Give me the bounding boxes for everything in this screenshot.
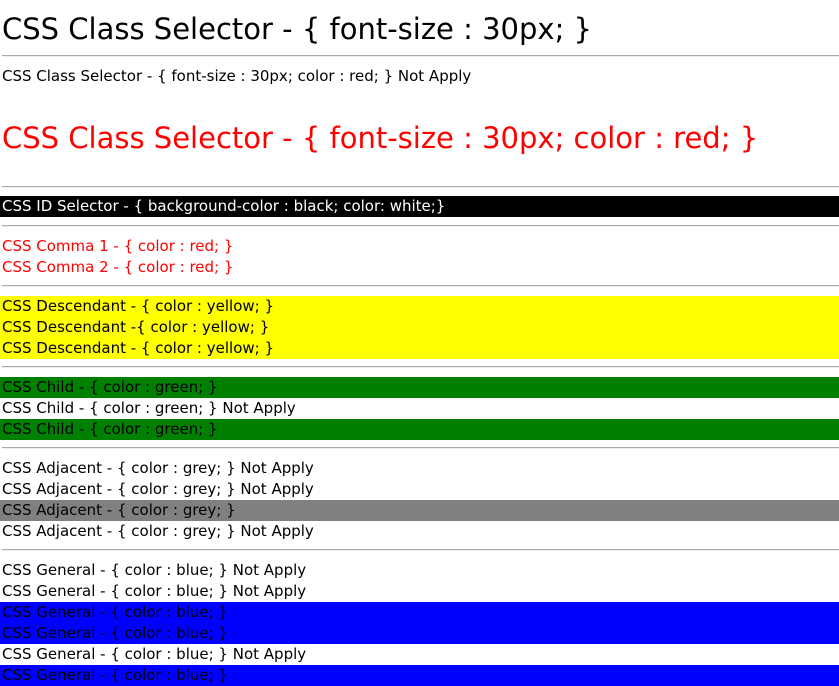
general-line: CSS General - { color : blue; } bbox=[0, 665, 839, 686]
adjacent-line: CSS Adjacent - { color : grey; } Not App… bbox=[2, 480, 314, 498]
comma-section: CSS Comma 1 - { color : red; } CSS Comma… bbox=[0, 236, 839, 278]
class-not-apply-line: CSS Class Selector - { font-size : 30px;… bbox=[0, 66, 839, 87]
general-line: CSS General - { color : blue; } Not Appl… bbox=[2, 582, 307, 600]
descendant-section: CSS Descendant - { color : yellow; } CSS… bbox=[0, 296, 839, 359]
descendant-line: CSS Descendant - { color : yellow; } bbox=[0, 296, 839, 317]
id-selector-section: CSS ID Selector - { background-color : b… bbox=[0, 196, 839, 217]
adjacent-line: CSS Adjacent - { color : grey; } Not App… bbox=[2, 459, 314, 477]
descendant-line: CSS Descendant -{ color : yellow; } bbox=[0, 317, 839, 338]
divider bbox=[2, 186, 839, 188]
adjacent-line: CSS Adjacent - { color : grey; } Not App… bbox=[2, 522, 314, 540]
child-line: CSS Child - { color : green; } bbox=[0, 377, 839, 398]
class-selector-heading: CSS Class Selector - { font-size : 30px;… bbox=[2, 12, 593, 46]
comma-line-1: CSS Comma 1 - { color : red; } bbox=[2, 237, 234, 255]
descendant-line: CSS Descendant - { color : yellow; } bbox=[0, 338, 839, 359]
divider bbox=[2, 55, 839, 57]
divider bbox=[2, 285, 839, 287]
comma-line-2: CSS Comma 2 - { color : red; } bbox=[2, 258, 234, 276]
divider bbox=[2, 549, 839, 551]
general-line: CSS General - { color : blue; } Not Appl… bbox=[2, 561, 307, 579]
id-selector-line: CSS ID Selector - { background-color : b… bbox=[0, 196, 839, 217]
child-line: CSS Child - { color : green; } Not Apply bbox=[2, 399, 296, 417]
divider bbox=[2, 447, 839, 449]
general-line: CSS General - { color : blue; } Not Appl… bbox=[2, 645, 307, 663]
general-line: CSS General - { color : blue; } bbox=[0, 602, 839, 623]
class-selector-red-heading: CSS Class Selector - { font-size : 30px;… bbox=[2, 121, 759, 155]
adjacent-section: CSS Adjacent - { color : grey; } Not App… bbox=[0, 458, 839, 542]
class-not-apply-text: CSS Class Selector - { font-size : 30px;… bbox=[2, 67, 472, 85]
child-section: CSS Child - { color : green; } CSS Child… bbox=[0, 377, 839, 440]
general-section: CSS General - { color : blue; } Not Appl… bbox=[0, 560, 839, 686]
adjacent-line: CSS Adjacent - { color : grey; } bbox=[0, 500, 839, 521]
divider bbox=[2, 225, 839, 227]
child-line: CSS Child - { color : green; } bbox=[0, 419, 839, 440]
general-line: CSS General - { color : blue; } bbox=[0, 623, 839, 644]
divider bbox=[2, 366, 839, 368]
